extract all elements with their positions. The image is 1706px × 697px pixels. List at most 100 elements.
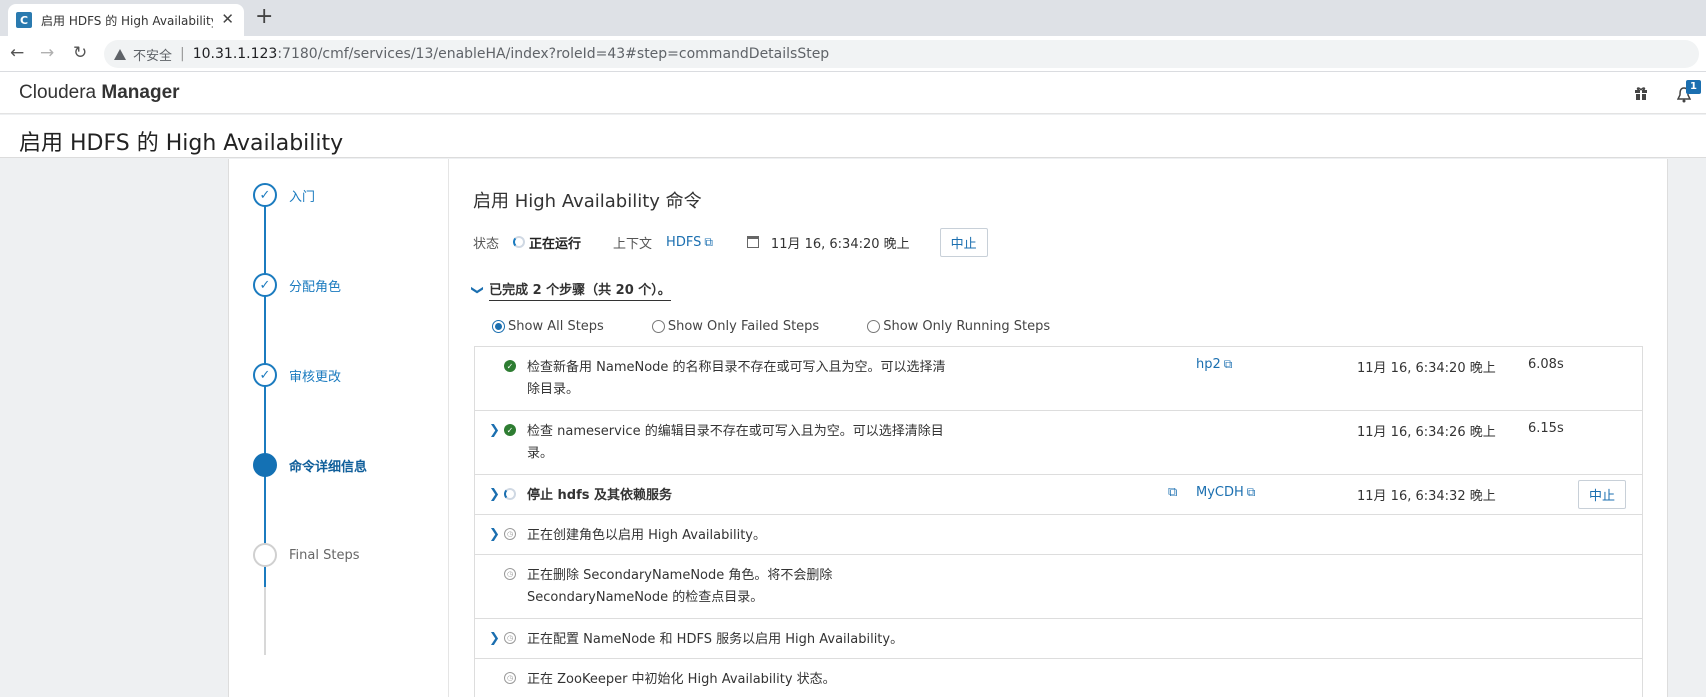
status-value: 正在运行 — [529, 236, 582, 252]
wizard-step-intro[interactable]: ✓ 入门 — [253, 183, 453, 207]
page-title-bar: 启用 HDFS 的 High Availability — [0, 115, 1706, 158]
external-link-icon: ⧉ — [1223, 357, 1233, 371]
steps-table: ✓ 检查新备用 NameNode 的名称目录不存在或可写入且为空。可以选择清除目… — [474, 346, 1643, 697]
step-description: 停止 hdfs 及其依赖服务 — [527, 488, 673, 503]
filter-label: Show All Steps — [508, 319, 604, 334]
filter-show-failed[interactable]: Show Only Failed Steps — [651, 319, 819, 334]
step-filter: Show All Steps Show Only Failed Steps Sh… — [492, 319, 1098, 334]
step-label: 命令详细信息 — [289, 459, 368, 475]
step-description: 正在删除 SecondaryNameNode 角色。将不会删除 Secondar… — [527, 568, 833, 605]
step-description: 检查 nameservice 的编辑目录不存在或可写入且为空。可以选择清除目录。 — [527, 424, 944, 461]
context-value: HDFS — [666, 234, 702, 250]
context-label: 上下文 — [613, 236, 653, 252]
chevron-right-icon[interactable]: ❯ — [489, 527, 500, 542]
step-duration: 6.08s — [1528, 357, 1564, 372]
step-description: 正在 ZooKeeper 中初始化 High Availability 状态。 — [527, 672, 836, 687]
step-row: ❯ ◷ 正在配置 NameNode 和 HDFS 服务以启用 High Avai… — [475, 619, 1642, 659]
external-link-icon[interactable]: ⧉ — [1168, 485, 1177, 500]
back-arrow-icon[interactable]: ← — [10, 43, 24, 63]
new-tab-icon[interactable]: + — [255, 4, 273, 30]
wizard-panel: ✓ 入门 ✓ 分配角色 ✓ 审核更改 命令详细信息 Final Steps 启用… — [228, 159, 1668, 697]
host-link[interactable]: hp2 ⧉ — [1196, 357, 1232, 372]
pending-clock-icon: ◷ — [504, 672, 516, 684]
page-title: 启用 HDFS 的 High Availability — [19, 131, 344, 156]
host-name: hp2 — [1196, 357, 1221, 372]
gift-icon[interactable] — [1634, 86, 1648, 100]
step-row: ❯ ◷ 正在创建角色以启用 High Availability。 — [475, 515, 1642, 555]
abort-command-button[interactable]: 中止 — [939, 227, 988, 257]
success-check-icon: ✓ — [504, 424, 516, 436]
radio-unselected[interactable] — [651, 320, 665, 333]
check-icon: ✓ — [253, 183, 277, 207]
command-timestamp: 11月 16, 6:34:20 晚上 — [770, 236, 910, 252]
browser-tab[interactable]: C 启用 HDFS 的 High Availability ✕ — [8, 4, 244, 36]
chevron-right-icon[interactable]: ❯ — [489, 487, 500, 502]
pending-clock-icon: ◷ — [504, 528, 516, 540]
host-link[interactable]: MyCDH ⧉ — [1196, 485, 1255, 500]
step-description: 正在配置 NameNode 和 HDFS 服务以启用 High Availabi… — [527, 632, 904, 647]
wizard-step-review-changes[interactable]: ✓ 审核更改 — [253, 363, 453, 387]
step-progress-line — [264, 195, 266, 587]
browser-tab-bar: C 启用 HDFS 的 High Availability ✕ + — [0, 0, 1706, 36]
command-title: 启用 High Availability 命令 — [473, 191, 702, 212]
chevron-right-icon[interactable]: ❯ — [489, 631, 500, 646]
step-row: ❯ ✓ 检查 nameservice 的编辑目录不存在或可写入且为空。可以选择清… — [475, 411, 1642, 475]
chevron-right-icon[interactable]: ❯ — [489, 423, 500, 438]
filter-show-all[interactable]: Show All Steps — [492, 319, 604, 334]
brand-name-light: Cloudera — [19, 82, 97, 103]
running-spinner-icon — [513, 236, 526, 248]
pending-clock-icon: ◷ — [504, 632, 516, 644]
security-label: 不安全 — [133, 48, 173, 64]
radio-selected[interactable] — [492, 320, 505, 333]
radio-unselected[interactable] — [867, 320, 881, 333]
step-remaining-line — [264, 587, 266, 655]
step-duration: 6.15s — [1528, 421, 1564, 436]
pending-clock-icon: ◷ — [504, 568, 516, 580]
step-label: Final Steps — [289, 547, 360, 563]
url-path: :7180/cmf/services/13/enableHA/index?rol… — [277, 46, 830, 62]
success-check-icon: ✓ — [504, 360, 516, 372]
pending-step-icon — [253, 543, 277, 567]
check-icon: ✓ — [253, 363, 277, 387]
notification-badge: 1 — [1686, 80, 1701, 94]
progress-text: 已完成 2 个步骤（共 20 个）。 — [489, 279, 671, 301]
host-name: MyCDH — [1196, 485, 1244, 500]
wizard-step-final-steps: Final Steps — [253, 543, 453, 567]
running-spinner-icon — [504, 488, 516, 500]
step-row: ◷ 正在 ZooKeeper 中初始化 High Availability 状态… — [475, 659, 1642, 697]
tab-title: 启用 HDFS 的 High Availability — [41, 13, 213, 28]
wizard-steps: ✓ 入门 ✓ 分配角色 ✓ 审核更改 命令详细信息 Final Steps — [229, 159, 449, 697]
browser-toolbar: ← → ↻ 不安全 | 10.31.1.123:7180/cmf/service… — [0, 36, 1706, 72]
forward-arrow-icon[interactable]: → — [40, 43, 54, 63]
command-meta: 状态 正在运行 上下文 HDFS ⧉ 11月 16, 6:34:20 晚上 中止 — [473, 227, 1173, 257]
abort-step-button[interactable]: 中止 — [1578, 480, 1627, 509]
step-description: 正在创建角色以启用 High Availability。 — [527, 528, 767, 543]
step-label: 分配角色 — [289, 279, 342, 295]
notifications-button[interactable]: 1 — [1677, 80, 1701, 107]
status-label: 状态 — [473, 236, 500, 252]
filter-label: Show Only Running Steps — [883, 319, 1051, 334]
address-bar[interactable]: 不安全 | 10.31.1.123:7180/cmf/services/13/e… — [104, 40, 1699, 68]
external-link-icon: ⧉ — [704, 234, 713, 249]
filter-show-running[interactable]: Show Only Running Steps — [867, 319, 1050, 334]
step-time: 11月 16, 6:34:26 晚上 — [1357, 425, 1496, 440]
step-row: ◷ 正在删除 SecondaryNameNode 角色。将不会删除 Second… — [475, 555, 1642, 619]
brand-logo[interactable]: Cloudera Manager — [19, 82, 180, 104]
step-label: 入门 — [289, 189, 316, 205]
context-link[interactable]: HDFS ⧉ — [666, 235, 713, 250]
step-time: 11月 16, 6:34:32 晚上 — [1357, 489, 1496, 504]
url-host: 10.31.1.123 — [192, 46, 278, 62]
external-link-icon: ⧉ — [1246, 485, 1256, 499]
steps-progress-toggle[interactable]: ❯ 已完成 2 个步骤（共 20 个）。 — [471, 279, 671, 301]
wizard-step-assign-roles[interactable]: ✓ 分配角色 — [253, 273, 453, 297]
calendar-icon — [746, 236, 759, 248]
step-time: 11月 16, 6:34:20 晚上 — [1357, 361, 1496, 376]
active-step-icon — [253, 453, 277, 477]
check-icon: ✓ — [253, 273, 277, 297]
close-tab-icon[interactable]: ✕ — [221, 10, 234, 28]
warning-icon — [114, 48, 126, 60]
wizard-step-command-details[interactable]: 命令详细信息 — [253, 453, 453, 477]
step-description: 检查新备用 NameNode 的名称目录不存在或可写入且为空。可以选择清除目录。 — [527, 360, 946, 397]
cloudera-favicon-icon: C — [16, 12, 32, 28]
reload-icon[interactable]: ↻ — [73, 43, 87, 63]
